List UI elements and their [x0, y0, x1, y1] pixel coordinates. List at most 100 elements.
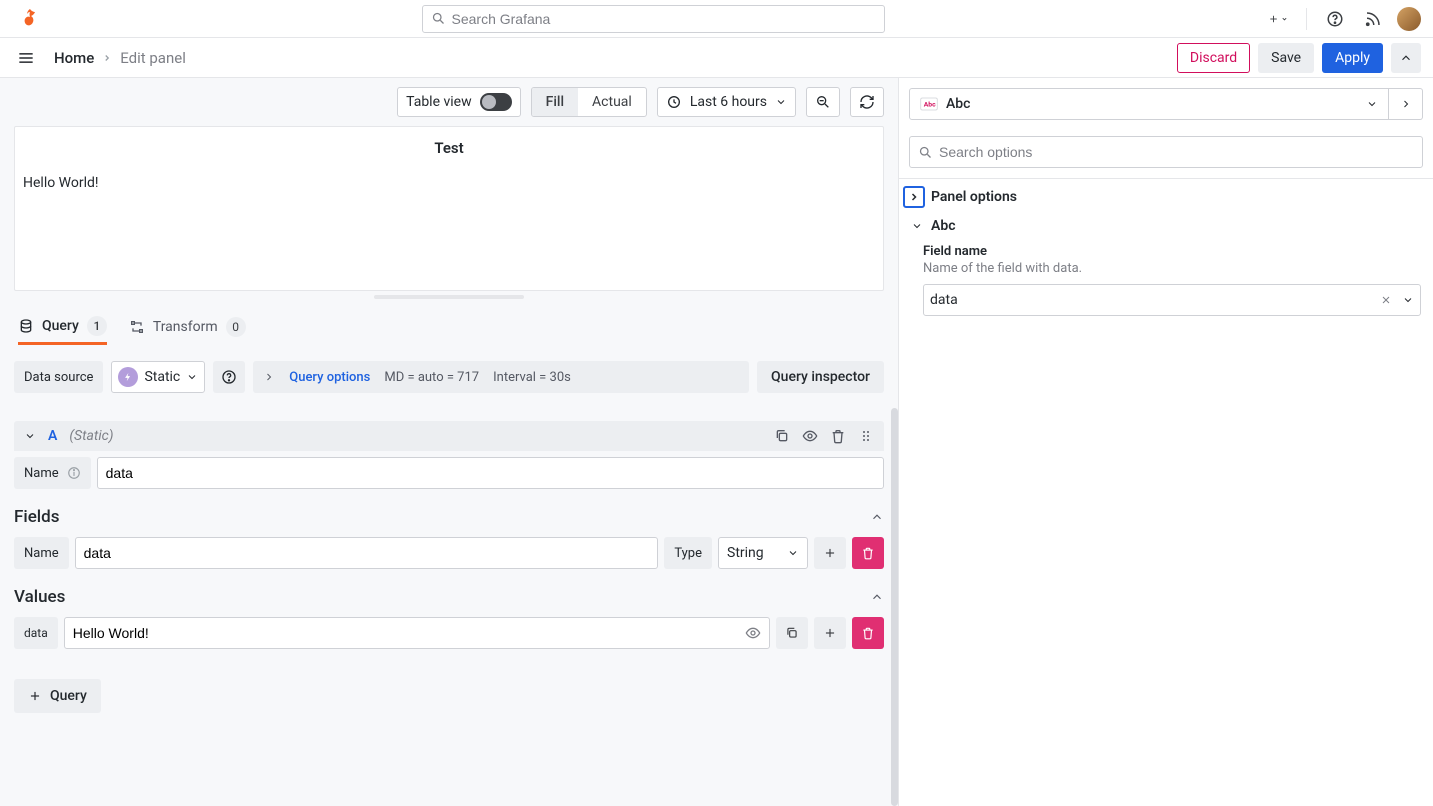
tab-transform-label: Transform: [153, 319, 218, 335]
collapse-button[interactable]: [1391, 43, 1421, 73]
user-avatar[interactable]: [1397, 7, 1421, 31]
add-query-button[interactable]: Query: [14, 679, 101, 713]
actual-segment[interactable]: Actual: [578, 88, 646, 116]
value-field[interactable]: [73, 625, 761, 641]
tab-transform-count: 0: [226, 317, 246, 337]
chevron-down-icon: [1366, 98, 1378, 110]
apply-button[interactable]: Apply: [1322, 43, 1383, 73]
fill-actual-group: Fill Actual: [531, 87, 647, 117]
chevron-right-icon[interactable]: [263, 371, 275, 383]
tab-transform[interactable]: Transform 0: [129, 317, 246, 343]
options-search[interactable]: [909, 136, 1423, 168]
viz-name: Abc: [946, 96, 1358, 112]
time-range-label: Last 6 hours: [690, 94, 767, 110]
trash-icon: [861, 546, 875, 560]
chevron-down-icon: [186, 371, 198, 383]
chevron-up-icon: [870, 590, 884, 604]
chevron-down-icon: [1281, 14, 1288, 24]
secondbar: Home Edit panel Discard Save Apply: [0, 38, 1433, 78]
viz-select[interactable]: Abc Abc: [909, 88, 1389, 120]
trash-icon[interactable]: [830, 428, 846, 444]
field-type-select[interactable]: String: [718, 537, 808, 569]
left-column: Table view Fill Actual Last 6 hours Test: [0, 78, 898, 806]
delete-field-button[interactable]: [852, 537, 884, 569]
options-search-input[interactable]: [939, 144, 1414, 160]
toggle-switch[interactable]: [480, 93, 512, 111]
query-options-link[interactable]: Query options: [289, 370, 370, 385]
table-view-toggle[interactable]: Table view: [397, 87, 521, 117]
field-name-select-value: data: [930, 292, 1370, 308]
zoom-out-button[interactable]: [806, 87, 840, 117]
search-icon: [431, 11, 446, 26]
fill-segment[interactable]: Fill: [532, 88, 578, 116]
topbar: [0, 0, 1433, 38]
grafana-logo[interactable]: [18, 7, 42, 31]
clear-field-name[interactable]: [1376, 294, 1396, 306]
help-button[interactable]: [1321, 5, 1349, 33]
field-name-input[interactable]: [75, 537, 659, 569]
info-icon[interactable]: [67, 466, 81, 480]
field-name-option-help: Name of the field with data.: [923, 261, 1421, 276]
viz-next-button[interactable]: [1389, 88, 1423, 120]
search-box[interactable]: [422, 5, 885, 33]
add-value-button[interactable]: [814, 617, 846, 649]
drag-handle-icon[interactable]: [858, 428, 874, 444]
field-name-field[interactable]: [84, 545, 650, 561]
delete-value-button[interactable]: [852, 617, 884, 649]
datasource-help[interactable]: [213, 361, 245, 393]
abc-section[interactable]: Abc: [899, 214, 1433, 238]
datasource-select[interactable]: Static: [111, 361, 205, 393]
copy-icon[interactable]: [774, 428, 790, 444]
chevron-right-icon: [102, 53, 112, 63]
datasource-row: Data source Static Query options MD = au…: [14, 361, 884, 393]
value-input[interactable]: [64, 617, 770, 649]
chevron-down-icon[interactable]: [24, 430, 36, 442]
plus-icon: [823, 546, 837, 560]
help-icon: [221, 369, 237, 385]
menu-toggle[interactable]: [12, 44, 40, 72]
eye-icon[interactable]: [745, 625, 761, 641]
field-name-select[interactable]: data: [923, 284, 1421, 316]
news-button[interactable]: [1359, 5, 1387, 33]
values-section-header[interactable]: Values: [14, 587, 884, 607]
add-field-button[interactable]: [814, 537, 846, 569]
panel-options-section[interactable]: Panel options: [899, 178, 1433, 214]
tab-query-count: 1: [87, 316, 107, 336]
query-name-input[interactable]: [97, 457, 884, 489]
field-type-label: Type: [664, 537, 712, 569]
abc-section-title: Abc: [931, 218, 956, 234]
query-options-interval: Interval = 30s: [493, 370, 571, 385]
clock-icon: [666, 94, 682, 110]
help-icon: [1326, 10, 1344, 28]
breadcrumb-home[interactable]: Home: [54, 49, 94, 67]
breadcrumb: Home Edit panel: [54, 49, 186, 67]
datasource-name: Static: [144, 369, 180, 385]
discard-button[interactable]: Discard: [1177, 43, 1250, 73]
search-wrap: [42, 5, 1264, 33]
chevron-right-icon: [1400, 98, 1412, 110]
copy-value-button[interactable]: [776, 617, 808, 649]
topbar-right: [1264, 5, 1421, 33]
query-card-a: A (Static) Name: [14, 421, 884, 713]
refresh-button[interactable]: [850, 87, 884, 117]
chevron-down-icon: [1402, 294, 1414, 306]
global-search-input[interactable]: [452, 11, 876, 27]
database-icon: [18, 318, 34, 334]
table-view-label: Table view: [406, 94, 472, 110]
viz-icon: Abc: [920, 97, 938, 111]
query-inspector-button[interactable]: Query inspector: [757, 361, 884, 393]
query-name-field[interactable]: [106, 465, 875, 481]
search-icon: [918, 145, 933, 160]
tab-query[interactable]: Query 1: [18, 316, 107, 345]
scrollbar[interactable]: [891, 408, 898, 806]
eye-icon[interactable]: [802, 428, 818, 444]
panel-actions: Discard Save Apply: [1177, 43, 1421, 73]
panel-options-toggle[interactable]: [903, 186, 925, 208]
query-ref-id[interactable]: A: [48, 428, 57, 444]
time-range-picker[interactable]: Last 6 hours: [657, 87, 796, 117]
fields-section-header[interactable]: Fields: [14, 507, 884, 527]
add-button[interactable]: [1264, 5, 1292, 33]
save-button[interactable]: Save: [1258, 43, 1314, 73]
svg-text:Abc: Abc: [924, 100, 936, 108]
resize-handle[interactable]: [0, 295, 898, 301]
